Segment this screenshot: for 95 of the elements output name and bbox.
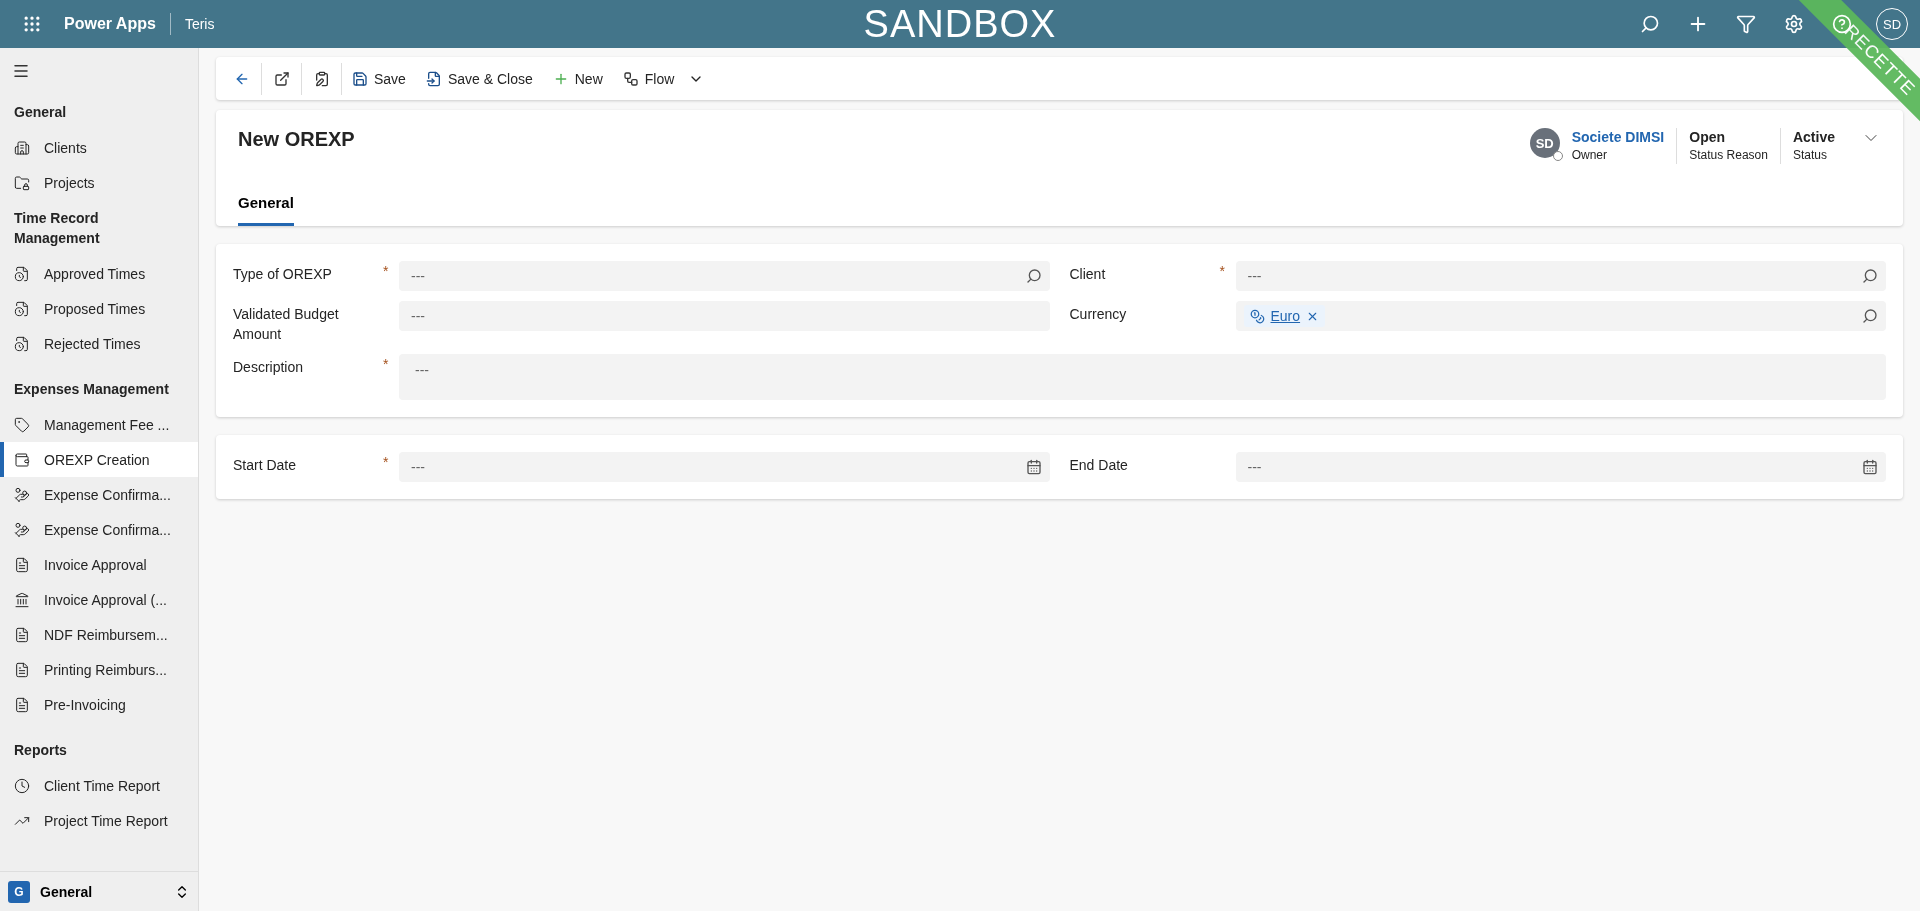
nav-item[interactable]: Client Time Report <box>0 768 198 803</box>
nav-item[interactable]: Expense Confirma... <box>0 512 198 547</box>
group-title: General <box>13 103 68 122</box>
input-field[interactable]: --- <box>399 261 1050 291</box>
document-clock-icon <box>14 335 30 352</box>
nav-item[interactable]: OREXP Creation <box>0 442 198 477</box>
app-launcher-icon[interactable] <box>22 14 42 34</box>
input-field[interactable]: Euro <box>1235 301 1886 331</box>
record-title: New OREXP <box>238 128 356 151</box>
field-label: Start Date <box>233 456 298 475</box>
command-button[interactable]: Flow <box>612 62 715 95</box>
field-label: Validated Budget Amount <box>233 305 340 344</box>
group-title: Reports <box>13 741 68 760</box>
required-asterisk: * <box>383 355 390 374</box>
filter-icon[interactable] <box>1736 14 1756 34</box>
input-field[interactable]: --- <box>1235 452 1886 482</box>
calendar-icon[interactable] <box>1862 459 1878 475</box>
command-button[interactable]: Save <box>342 62 416 95</box>
nav-item[interactable]: NDF Reimbursem... <box>0 617 198 652</box>
clipboard-pen-icon <box>313 70 330 87</box>
document-icon <box>14 661 30 678</box>
app-name[interactable]: Power Apps <box>54 13 171 35</box>
document-icon <box>14 696 30 713</box>
save-close-icon <box>425 70 442 87</box>
document-clock-icon <box>14 300 30 317</box>
settings-icon[interactable] <box>1784 14 1804 34</box>
building-icon <box>14 139 30 156</box>
presence-dot <box>1552 151 1563 161</box>
command-button[interactable]: New <box>542 62 613 95</box>
search-icon[interactable] <box>1640 14 1660 34</box>
search-icon[interactable] <box>1862 268 1878 284</box>
nav-item[interactable]: Pre-Invoicing <box>0 687 198 722</box>
field-value: --- <box>1246 268 1263 284</box>
field-caption: Status <box>1792 147 1828 164</box>
group-title: Expenses Management <box>13 380 170 399</box>
field-label: Currency <box>1069 305 1128 324</box>
popout-icon <box>273 70 290 87</box>
hand-coins-icon <box>14 521 30 538</box>
field-value: --- <box>414 362 430 378</box>
input-field[interactable]: --- <box>399 452 1050 482</box>
field-value: --- <box>410 308 426 324</box>
required-asterisk: * <box>383 453 390 472</box>
menu-icon <box>12 62 30 80</box>
nav-item[interactable]: Invoice Approval <box>0 547 198 582</box>
tag-icon <box>14 416 30 433</box>
folder-icon <box>14 174 30 191</box>
nav-item[interactable]: Clients <box>0 130 198 165</box>
search-icon[interactable] <box>1025 268 1042 284</box>
nav-item[interactable]: Project Time Report <box>0 803 198 838</box>
document-icon <box>14 556 30 573</box>
coins-icon <box>1249 308 1265 324</box>
field-label: Client <box>1069 265 1107 284</box>
field-label: Description <box>233 358 305 377</box>
clock-icon <box>14 777 30 794</box>
command-button[interactable]: Save & Close <box>415 62 543 95</box>
document-icon <box>14 626 30 643</box>
nav-item[interactable]: Printing Reimburs... <box>0 652 198 687</box>
input-field[interactable]: --- <box>1235 261 1886 291</box>
banner-text: SANDBOX <box>863 2 1057 46</box>
nav-item[interactable]: Projects <box>0 165 198 200</box>
currency-tag[interactable]: Euro <box>1243 305 1326 327</box>
field-caption: Status Reason <box>1689 147 1768 164</box>
field-label: Type of OREXP <box>233 265 333 284</box>
group-title: Time Record Management <box>13 209 101 248</box>
field-caption: Owner <box>1571 147 1608 164</box>
wallet-icon <box>14 451 30 468</box>
nav-item[interactable]: Proposed Times <box>0 291 198 326</box>
nav-item[interactable]: Management Fee ... <box>0 407 198 442</box>
field-value: --- <box>1246 459 1263 475</box>
bank-icon <box>14 591 30 608</box>
document-clock-icon <box>14 265 30 282</box>
field-value: --- <box>410 268 426 284</box>
hand-coins-icon <box>14 486 30 503</box>
flow-icon <box>622 70 639 87</box>
field-value: --- <box>410 459 426 475</box>
environment-name: Teris <box>183 16 215 32</box>
area-label: General <box>40 883 94 900</box>
input-field[interactable]: --- <box>399 354 1886 400</box>
search-icon[interactable] <box>1862 308 1878 324</box>
calendar-icon[interactable] <box>1025 459 1042 475</box>
nav-item[interactable]: Invoice Approval (... <box>0 582 198 617</box>
area-badge: G <box>8 880 30 903</box>
nav-item[interactable]: Expense Confirma... <box>0 477 198 512</box>
header-value: Open <box>1689 128 1727 146</box>
nav-item[interactable]: Approved Times <box>0 256 198 291</box>
save-icon <box>352 70 368 87</box>
owner-avatar: SD <box>1529 128 1560 158</box>
owner-link[interactable]: Societe DIMSI <box>1571 128 1665 146</box>
tag-link[interactable]: Euro <box>1270 308 1301 324</box>
required-asterisk: * <box>1219 262 1226 281</box>
nav-item[interactable]: Rejected Times <box>0 326 198 361</box>
field-label: End Date <box>1069 456 1129 475</box>
required-asterisk: * <box>383 262 390 281</box>
tab[interactable]: General <box>238 184 294 226</box>
input-field[interactable]: --- <box>399 301 1050 331</box>
